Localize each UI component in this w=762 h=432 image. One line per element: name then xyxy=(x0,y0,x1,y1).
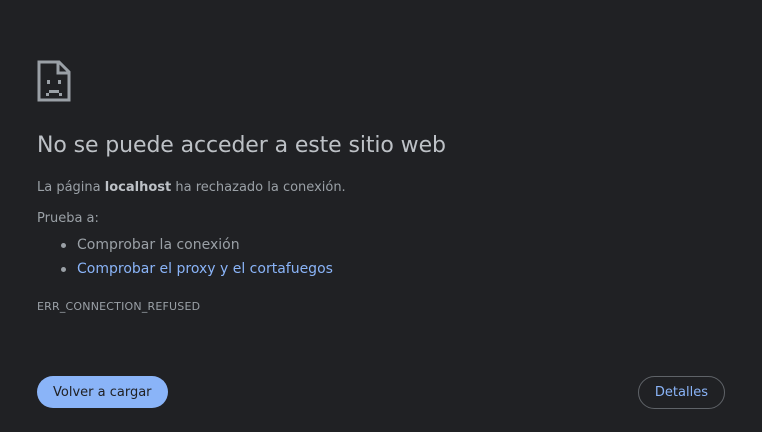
suggestion-check-proxy-firewall[interactable]: Comprobar el proxy y el cortafuegos xyxy=(37,257,333,281)
description-suffix: ha rechazado la conexión. xyxy=(171,180,346,195)
sad-page-icon xyxy=(37,60,71,102)
error-code: ERR_CONNECTION_REFUSED xyxy=(37,300,201,313)
page-title: No se puede acceder a este sitio web xyxy=(37,133,446,158)
check-proxy-firewall-link[interactable]: Comprobar el proxy y el cortafuegos xyxy=(77,261,333,277)
suggestion-text: Comprobar la conexión xyxy=(77,237,240,253)
suggestions-list: Comprobar la conexión Comprobar el proxy… xyxy=(37,233,333,281)
error-description: La página localhost ha rechazado la cone… xyxy=(37,180,346,195)
suggestion-check-connection: Comprobar la conexión xyxy=(37,233,333,257)
try-label: Prueba a: xyxy=(37,211,99,226)
host-name: localhost xyxy=(104,180,172,195)
details-button[interactable]: Detalles xyxy=(637,376,725,409)
error-page: No se puede acceder a este sitio web La … xyxy=(0,0,762,432)
description-prefix: La página xyxy=(37,180,105,195)
reload-button[interactable]: Volver a cargar xyxy=(37,376,168,408)
